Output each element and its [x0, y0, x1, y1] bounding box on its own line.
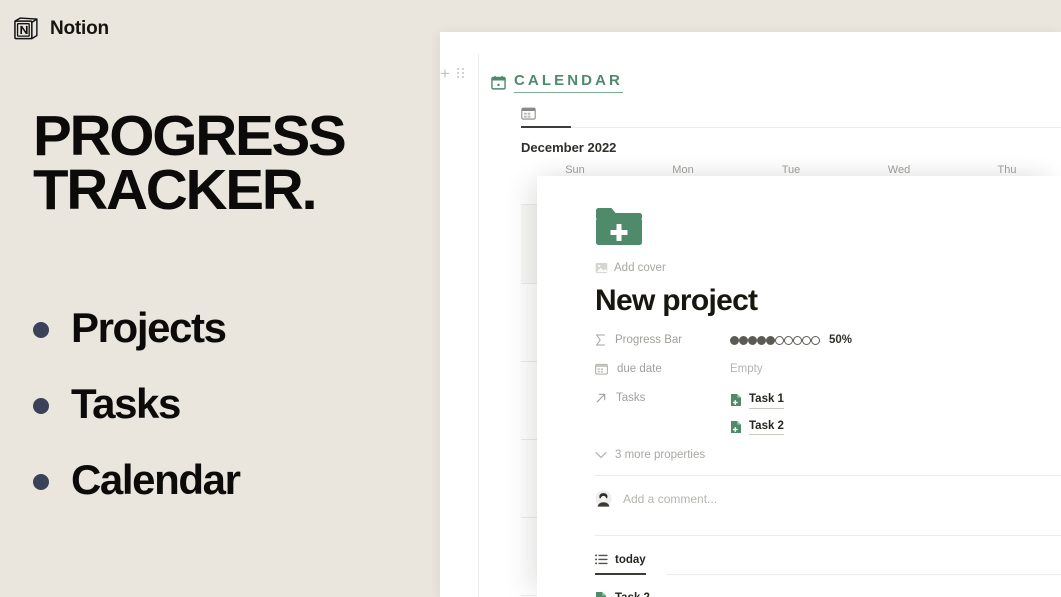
modal-divider: [595, 535, 1061, 537]
relation-arrow-icon: [596, 393, 606, 403]
feature-bullet-list: Projects Tasks Calendar: [33, 290, 413, 518]
property-row-due-date[interactable]: due date Empty: [595, 363, 1061, 389]
promo-panel: Notion PROGRESS TRACKER. Projects Tasks …: [0, 0, 432, 597]
green-doc-icon: [731, 420, 741, 433]
property-row-tasks[interactable]: Tasks Task 1 Task 2: [595, 392, 1061, 436]
add-cover-button[interactable]: Add cover: [595, 262, 1061, 274]
bullet-label: Calendar: [71, 456, 241, 503]
block-gutter-controls[interactable]: +: [440, 61, 478, 85]
calendar-weekday-header: Sun Mon Tue Wed Thu: [521, 164, 1061, 176]
related-task-list: Task 1 Task 2: [730, 392, 784, 436]
tab-today-label: today: [615, 553, 646, 566]
sigma-icon: [596, 334, 605, 346]
page-title: PROGRESS TRACKER.: [33, 104, 347, 223]
add-block-button[interactable]: +: [440, 65, 450, 82]
today-list-item[interactable]: Task 2: [595, 591, 1061, 597]
related-task-label[interactable]: Task 2: [749, 419, 784, 436]
related-task-label[interactable]: Task 1: [749, 392, 784, 409]
progress-dot-empty: [811, 335, 820, 345]
progress-dot-filled: [766, 335, 775, 345]
tab-calendar-view[interactable]: [521, 107, 571, 128]
list-item: Projects: [33, 290, 413, 366]
weekday-label: Mon: [672, 163, 694, 176]
progress-dot-empty: [802, 335, 811, 345]
weekday-label: Thu: [997, 163, 1017, 176]
weekday-label: Wed: [887, 163, 911, 176]
tab-today[interactable]: today: [595, 554, 646, 575]
property-key-label: due date: [617, 363, 662, 375]
view-tab-bar: [521, 107, 1061, 128]
calendar-view-icon: [521, 107, 536, 120]
drag-handle-icon[interactable]: [456, 68, 465, 78]
modal-subtab-bar: today: [595, 552, 1061, 575]
weekday-label: Sun: [565, 163, 585, 176]
progress-dot-filled: [757, 335, 766, 345]
calendar-emoji-icon: [491, 75, 506, 90]
add-cover-label: Add cover: [614, 262, 666, 274]
date-icon: [595, 363, 608, 375]
screenshot-root: + CALENDAR December 2022 Sun Mon Tue Wed…: [0, 0, 1061, 597]
related-task-item[interactable]: Task 2: [730, 419, 784, 436]
property-value-progress[interactable]: 50%: [730, 334, 852, 346]
database-title-row[interactable]: CALENDAR: [479, 54, 1061, 93]
database-title[interactable]: CALENDAR: [514, 72, 623, 93]
property-key[interactable]: Progress Bar: [595, 334, 730, 346]
add-comment-row[interactable]: Add a comment...: [595, 476, 1061, 521]
brand-name-label: Notion: [50, 18, 109, 39]
bullet-dot-icon: [33, 398, 49, 414]
list-icon: [595, 554, 608, 565]
progress-bar-dots: [730, 335, 820, 345]
today-item-label[interactable]: Task 2: [615, 592, 650, 597]
green-doc-icon: [731, 394, 741, 407]
property-value-tasks: Task 1 Task 2: [730, 392, 784, 436]
chevron-down-icon: [595, 452, 607, 459]
green-folder-plus-icon[interactable]: [595, 204, 643, 246]
property-key-label: Tasks: [616, 392, 646, 404]
progress-dot-empty: [784, 335, 793, 345]
related-task-item[interactable]: Task 1: [730, 392, 784, 409]
tab-bar-divider: [571, 126, 1061, 128]
bullet-dot-icon: [33, 322, 49, 338]
headline-line-2: TRACKER.: [33, 158, 318, 223]
property-list: Progress Bar 50% due date Empty Tasks Ta…: [595, 334, 1061, 436]
notion-cube-icon: [14, 17, 38, 40]
calendar-month-label: December 2022: [521, 139, 617, 155]
user-avatar-icon: [595, 490, 612, 507]
property-key[interactable]: Tasks: [595, 392, 730, 404]
image-icon: [595, 262, 608, 274]
green-doc-icon: [596, 591, 606, 597]
property-key[interactable]: due date: [595, 363, 730, 375]
brand-lockup: Notion: [11, 14, 109, 44]
progress-dot-filled: [730, 335, 739, 345]
property-value-due-date[interactable]: Empty: [730, 363, 763, 375]
bullet-label: Tasks: [71, 380, 181, 427]
list-item: Calendar: [33, 442, 413, 518]
bullet-label: Projects: [71, 304, 227, 351]
progress-percent-label: 50%: [829, 334, 853, 346]
property-key-label: Progress Bar: [615, 334, 683, 346]
progress-dot-empty: [793, 335, 802, 345]
subtab-bar-divider: [667, 573, 1061, 575]
progress-dot-filled: [748, 335, 757, 345]
more-properties-label: 3 more properties: [615, 449, 706, 462]
weekday-label: Tue: [781, 163, 801, 176]
list-item: Tasks: [33, 366, 413, 442]
progress-dot-empty: [775, 335, 784, 345]
comment-placeholder[interactable]: Add a comment...: [623, 492, 717, 506]
new-project-modal: Add cover New project Progress Bar 50% d…: [537, 176, 1061, 597]
more-properties-toggle[interactable]: 3 more properties: [595, 449, 1061, 461]
property-row-progress-bar[interactable]: Progress Bar 50%: [595, 334, 1061, 360]
headline-line-1: PROGRESS: [33, 104, 347, 168]
progress-dot-filled: [739, 335, 748, 345]
bullet-dot-icon: [33, 474, 49, 490]
project-page-title[interactable]: New project: [595, 284, 1061, 318]
